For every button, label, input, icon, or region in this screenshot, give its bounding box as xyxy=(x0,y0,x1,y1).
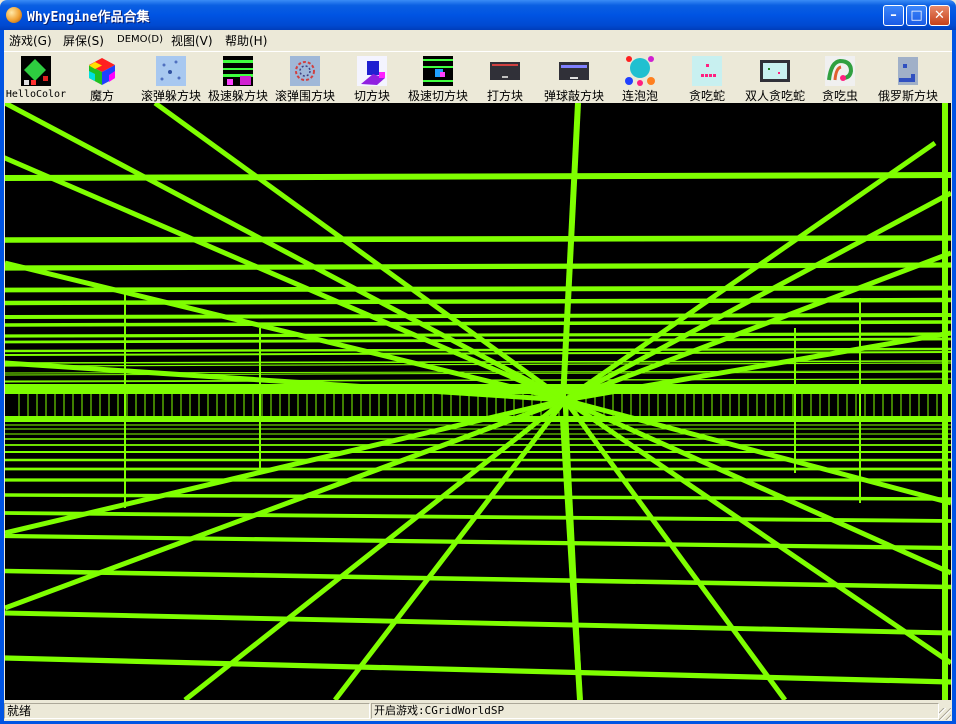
worm-icon xyxy=(825,56,855,86)
rolling-ball-dodge-icon xyxy=(156,56,186,86)
ceiling-ray-line xyxy=(564,250,951,403)
two-player-snake-icon xyxy=(760,60,790,82)
grid-world-scene xyxy=(5,103,951,700)
tool-label: 俄罗斯方块 xyxy=(877,89,938,103)
minimize-button[interactable]: – xyxy=(883,5,904,26)
menu-game[interactable]: 游戏(G) xyxy=(9,32,52,49)
speed-cut-icon xyxy=(423,56,453,86)
floor-grid-line xyxy=(5,568,951,590)
ceiling-grid-line xyxy=(5,285,951,293)
title-bar[interactable]: WhyEngine作品合集 – □ ✕ xyxy=(0,0,956,30)
ceiling-grid-line xyxy=(5,313,951,319)
ceiling-grid-line xyxy=(5,235,951,243)
close-icon: ✕ xyxy=(934,8,945,23)
speed-dodge-icon xyxy=(223,56,253,86)
app-orb-icon[interactable] xyxy=(6,7,22,23)
cut-block-icon xyxy=(357,56,387,86)
rubiks-cube-icon xyxy=(89,58,115,85)
status-bar: 就绪 开启游戏:CGridWorldSP xyxy=(4,701,952,721)
hit-block-icon xyxy=(490,62,520,80)
floor-grid-line xyxy=(5,655,951,685)
ceiling-grid-line xyxy=(5,347,951,353)
window-border-right xyxy=(952,30,956,724)
menu-bar: 游戏(G) 屏保(S) DEMO(D) 视图(V) 帮助(H) xyxy=(4,30,952,50)
maximize-button[interactable]: □ xyxy=(906,5,927,26)
status-ready: 就绪 xyxy=(4,703,370,719)
close-button[interactable]: ✕ xyxy=(929,5,950,26)
tetris-icon xyxy=(898,57,918,85)
game-viewport[interactable] xyxy=(5,103,951,700)
menu-view[interactable]: 视图(V) xyxy=(171,32,213,49)
center-beam-line xyxy=(560,420,583,700)
bubble-link-icon xyxy=(625,56,655,86)
ceiling-grid-line xyxy=(5,297,951,306)
ceiling-grid-line xyxy=(5,320,951,327)
window-title: WhyEngine作品合集 xyxy=(27,10,150,25)
menu-help[interactable]: 帮助(H) xyxy=(225,32,267,49)
window-border-left xyxy=(0,30,4,724)
center-beam-line xyxy=(560,103,581,401)
toolbar: HelloColor 魔方 滚弹躲方块 极速躲方块 滚弹围方块 切方块 极速切方… xyxy=(4,51,952,103)
rolling-ball-enclose-icon xyxy=(290,56,320,86)
status-game-started: 开启游戏:CGridWorldSP xyxy=(371,703,939,719)
floor-grid-line xyxy=(5,610,951,636)
snake-icon xyxy=(692,56,722,86)
menu-screensaver[interactable]: 屏保(S) xyxy=(63,32,104,49)
resize-grip[interactable] xyxy=(939,708,951,720)
menu-demo[interactable]: DEMO(D) xyxy=(117,34,163,45)
floor-grid-line xyxy=(5,533,951,551)
hellocolor-icon xyxy=(21,56,51,86)
pinball-block-icon xyxy=(559,62,589,80)
tool-tetris[interactable]: 俄罗斯方块 xyxy=(873,54,943,103)
main-window: WhyEngine作品合集 – □ ✕ 游戏(G) 屏保(S) DEMO(D) … xyxy=(0,0,956,724)
minimize-icon: – xyxy=(890,8,897,23)
maximize-icon: □ xyxy=(910,8,923,23)
